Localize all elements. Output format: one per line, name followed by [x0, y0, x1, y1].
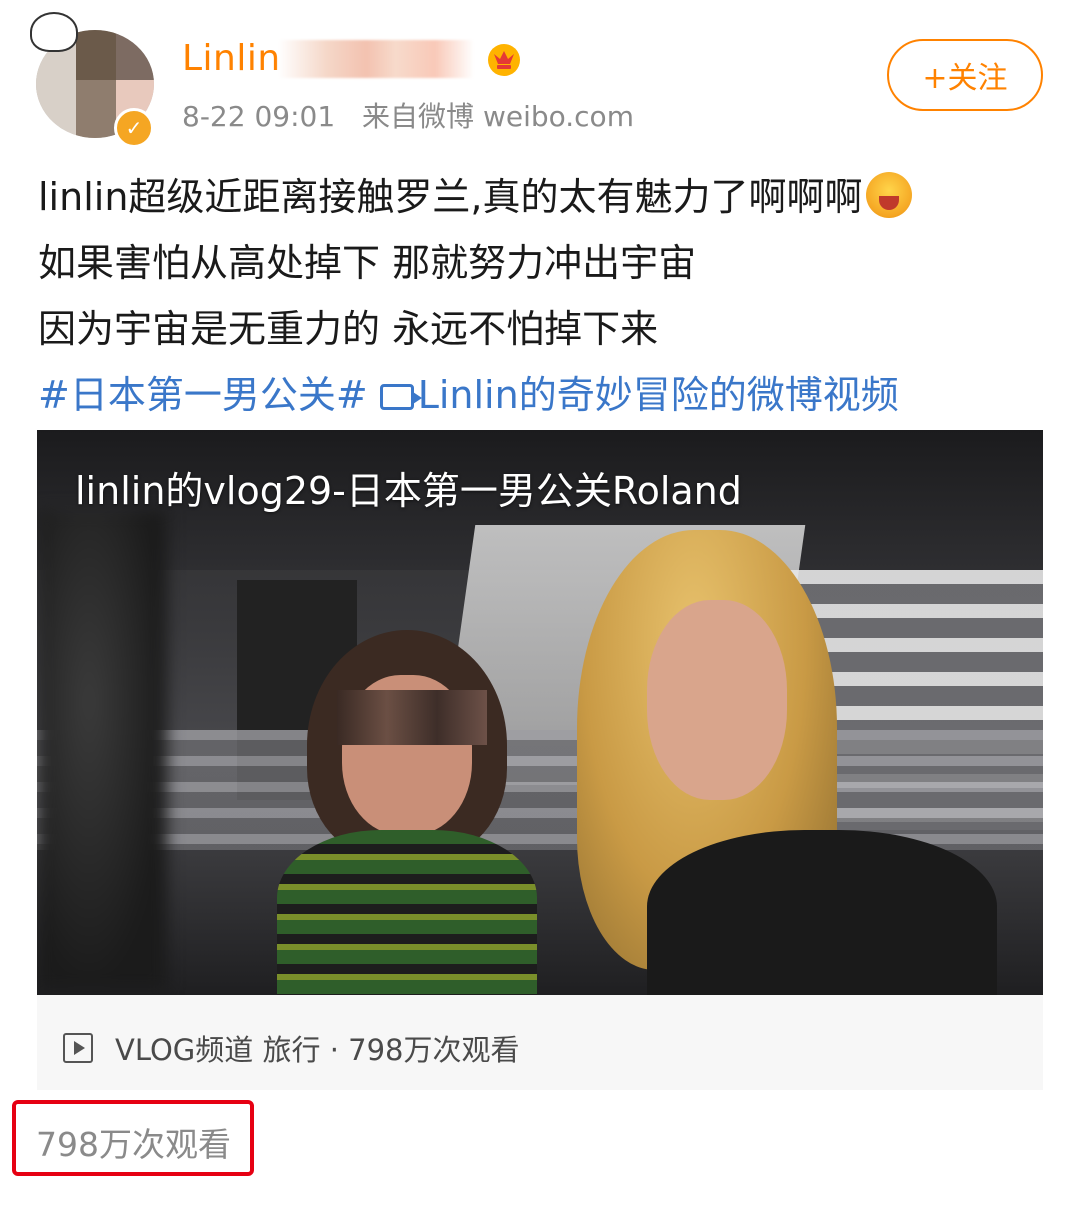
avatar-pixel [76, 80, 116, 138]
hashtag-link[interactable]: #日本第一男公关# [38, 373, 368, 417]
vip-crown-icon[interactable] [486, 42, 522, 76]
post-meta: 8-22 09:01 来自微博 weibo.com [182, 95, 634, 135]
video-link[interactable]: Linlin的奇妙冒险的微博视频 [418, 373, 899, 417]
avatar-pixel [116, 30, 154, 80]
video-bg-blur [37, 510, 167, 990]
video-info-text: VLOG频道 旅行 · 798万次观看 [115, 1033, 520, 1067]
video-info[interactable]: VLOG频道 旅行 · 798万次观看 [63, 1027, 520, 1069]
video-person-face [647, 600, 787, 800]
username-blur [278, 40, 474, 78]
post-line: linlin超级近距离接触罗兰,真的太有魅力了啊啊啊 [38, 164, 1048, 230]
video-player[interactable]: linlin的vlog29-日本第一男公关Roland [37, 430, 1043, 995]
video-person-left [277, 630, 537, 995]
video-person-body [277, 830, 537, 995]
view-count: 798万次观看 [36, 1125, 231, 1164]
crying-face-emoji-icon [866, 172, 913, 218]
post-line-1: linlin超级近距离接触罗兰,真的太有魅力了啊啊啊 [38, 175, 863, 219]
avatar-pixel [76, 30, 116, 80]
video-face-mosaic [337, 690, 487, 745]
video-person-right [577, 530, 997, 995]
play-icon [63, 1033, 93, 1063]
post-line-2: 如果害怕从高处掉下 那就努力冲出宇宙 [38, 241, 697, 285]
post-text: linlin超级近距离接触罗兰,真的太有魅力了啊啊啊 如果害怕从高处掉下 那就努… [38, 164, 1048, 428]
username[interactable]: Linlin [182, 38, 281, 79]
post-timestamp: 8-22 09:01 [182, 100, 336, 133]
follow-button[interactable]: +关注 [887, 39, 1043, 111]
post-source[interactable]: 来自微博 weibo.com [362, 100, 634, 133]
post-tags: #日本第一男公关# Linlin的奇妙冒险的微博视频 [38, 362, 1048, 428]
video-title: linlin的vlog29-日本第一男公关Roland [75, 469, 742, 513]
post-line-3: 因为宇宙是无重力的 永远不怕掉下来 [38, 307, 659, 351]
avatar-decoration-icon [30, 12, 78, 52]
video-person-body [647, 830, 997, 995]
video-card[interactable]: linlin的vlog29-日本第一男公关Roland VLOG频道 旅行 · … [37, 430, 1043, 1090]
video-camera-icon [379, 384, 422, 410]
verified-badge-icon: ✓ [114, 108, 154, 148]
